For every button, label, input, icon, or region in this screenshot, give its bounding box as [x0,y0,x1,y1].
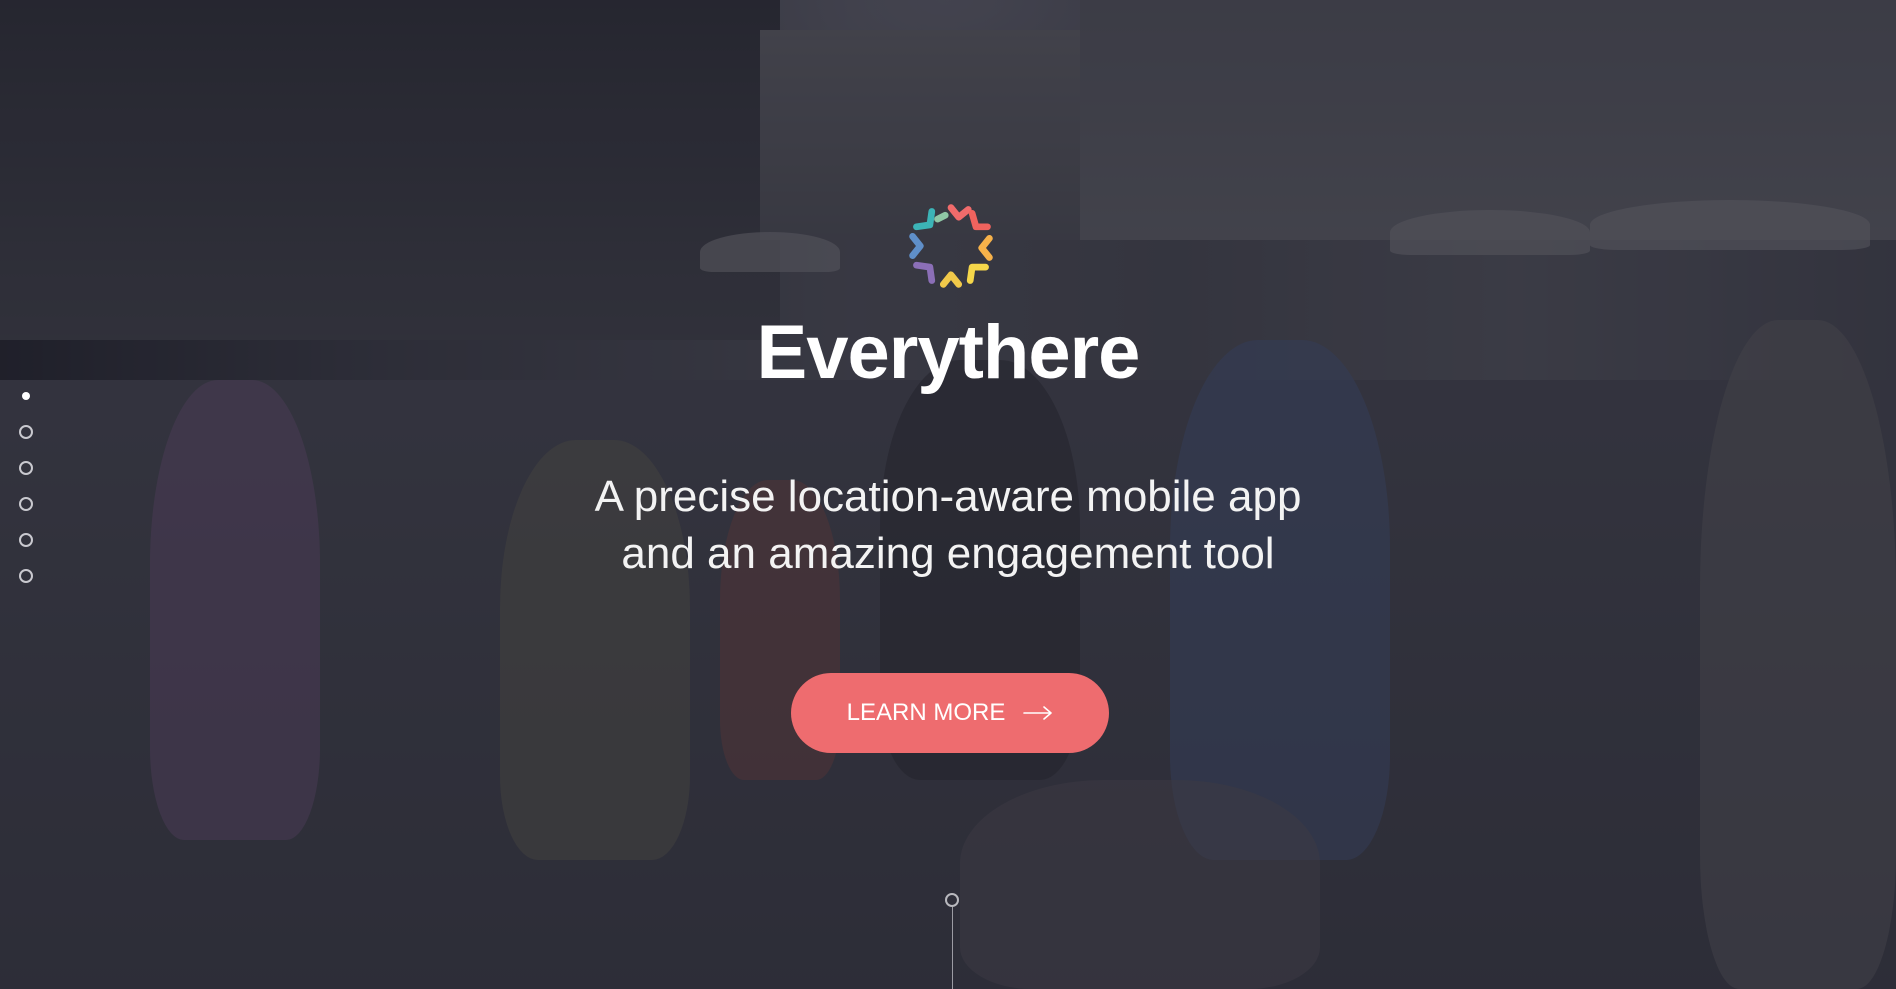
scroll-line [951,907,953,989]
section-dot-3[interactable] [19,461,33,475]
arrow-right-icon [1023,706,1053,720]
hero-section: Everythere A precise location-aware mobi… [0,0,1896,989]
learn-more-label: LEARN MORE [846,699,1006,726]
section-dot-6[interactable] [19,569,33,583]
section-dot-5[interactable] [19,533,33,547]
section-dot-2[interactable] [19,425,33,439]
tagline: A precise location-aware mobile app and … [0,468,1896,582]
section-dot-1[interactable] [19,389,33,403]
section-dot-4[interactable] [19,497,33,511]
scroll-ring [945,893,959,907]
tagline-line-1: A precise location-aware mobile app [594,472,1302,521]
scroll-down-icon[interactable] [944,893,960,989]
learn-more-button[interactable]: LEARN MORE [791,673,1109,753]
brand-title: Everythere [756,310,1141,395]
section-nav-dots [19,389,35,605]
tagline-line-2: and an amazing engagement tool [621,529,1275,578]
everythere-logo-icon [909,204,993,288]
